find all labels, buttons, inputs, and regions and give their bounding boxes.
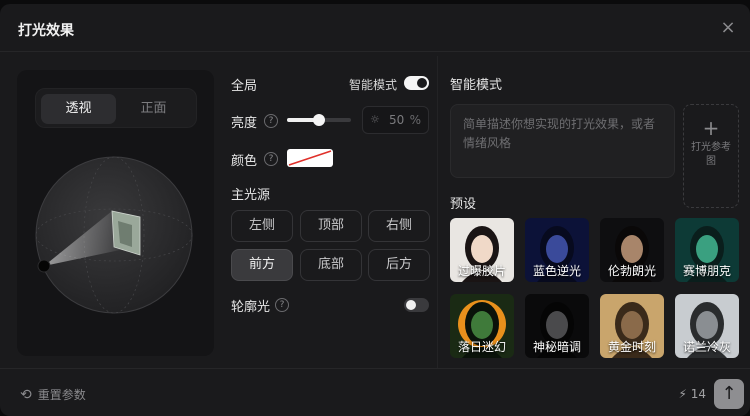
no-color-slash-icon (288, 150, 332, 166)
light-position-back[interactable]: 后方 (368, 249, 430, 281)
brightness-input[interactable]: ☼ 50 % (362, 106, 429, 134)
light-position-bottom[interactable]: 底部 (300, 249, 362, 281)
light-sphere[interactable] (34, 155, 194, 315)
lightning-icon: ⚡ (678, 387, 687, 401)
preset-label: 蓝色逆光 (532, 264, 581, 278)
color-label: 颜色 (231, 154, 258, 169)
dialog-footer: ⟲ 重置参数 ⚡ 14 ↑ (0, 368, 750, 416)
lighting-controls: 全局 智能模式 亮度 ? ☼ 50 % 颜色 ? 主光源 左侧 顶部 右侧 前方… (231, 70, 431, 320)
light-position-top[interactable]: 顶部 (300, 210, 362, 242)
light-position-right[interactable]: 右侧 (368, 210, 430, 242)
smart-mode-panel: 智能模式 简单描述你想实现的打光效果，或者情绪风格 + 打光参考图 预设 过曝胶… (450, 70, 740, 370)
main-light-label: 主光源 (231, 188, 271, 203)
preset-label: 落日迷幻 (457, 340, 506, 354)
smart-mode-title: 智能模式 (450, 78, 503, 93)
plus-icon: + (702, 116, 720, 140)
brightness-label: 亮度 (231, 116, 258, 131)
panel-divider (437, 56, 438, 368)
color-help-icon[interactable]: ? (264, 152, 278, 166)
preset-tile[interactable]: 黄金时刻 (600, 294, 664, 358)
reset-label: 重置参数 (37, 388, 86, 402)
preset-label: 诺兰冷灰 (682, 340, 731, 354)
global-label: 全局 (231, 79, 258, 94)
rim-light-help-icon[interactable]: ? (275, 298, 289, 312)
preset-label: 黄金时刻 (607, 340, 656, 354)
preset-label: 赛博朋克 (682, 264, 731, 278)
preset-tile[interactable]: 诺兰冷灰 (675, 294, 739, 358)
preset-tile[interactable]: 过曝胶片 (450, 218, 514, 282)
view-mode-toggle: 透视 正面 (35, 88, 197, 128)
color-swatch[interactable] (287, 149, 333, 167)
lighting-dialog: 打光效果 × 透视 正面 全局 智能模式 亮度 ? ☼ 50 % 颜色 ? 主光… (0, 4, 750, 416)
reset-button[interactable]: ⟲ 重置参数 (20, 386, 86, 403)
arrow-up-icon: ↑ (721, 383, 737, 404)
credits-count: ⚡ 14 (678, 387, 706, 401)
reference-image-label: 打光参考图 (691, 142, 731, 167)
dialog-header: 打光效果 × (0, 4, 750, 52)
rim-light-toggle[interactable] (404, 298, 429, 312)
preset-tile[interactable]: 神秘暗调 (525, 294, 589, 358)
brightness-slider-thumb[interactable] (313, 114, 325, 126)
submit-button[interactable]: ↑ (714, 379, 744, 409)
preset-tile[interactable]: 赛博朋克 (675, 218, 739, 282)
smart-mode-toggle[interactable] (404, 76, 429, 90)
preset-label: 过曝胶片 (457, 264, 506, 278)
close-icon[interactable]: × (718, 18, 738, 38)
smart-mode-label: 智能模式 (349, 78, 398, 92)
light-handle[interactable] (37, 259, 51, 273)
light-preview-panel: 透视 正面 (17, 70, 214, 356)
preset-tile[interactable]: 落日迷幻 (450, 294, 514, 358)
preset-label: 神秘暗调 (532, 340, 581, 354)
dialog-title: 打光效果 (18, 23, 74, 39)
brightness-value: 50 (389, 113, 405, 127)
presets-title: 预设 (450, 197, 477, 212)
preset-tile[interactable]: 伦勃朗光 (600, 218, 664, 282)
lighting-prompt-input[interactable]: 简单描述你想实现的打光效果，或者情绪风格 (450, 104, 675, 178)
preset-label: 伦勃朗光 (607, 264, 656, 278)
light-position-front[interactable]: 前方 (231, 249, 293, 281)
rim-light-label: 轮廓光 (231, 300, 271, 315)
sun-icon: ☼ (370, 113, 380, 126)
brightness-slider[interactable] (287, 114, 351, 126)
reference-image-button[interactable]: + 打光参考图 (683, 104, 739, 208)
brightness-unit: % (409, 113, 421, 127)
tab-perspective[interactable]: 透视 (41, 94, 116, 124)
light-position-left[interactable]: 左侧 (231, 210, 293, 242)
brightness-help-icon[interactable]: ? (264, 114, 278, 128)
credits-value: 14 (690, 387, 706, 401)
reset-icon: ⟲ (20, 387, 32, 403)
preset-tile[interactable]: 蓝色逆光 (525, 218, 589, 282)
tab-front[interactable]: 正面 (116, 94, 191, 124)
